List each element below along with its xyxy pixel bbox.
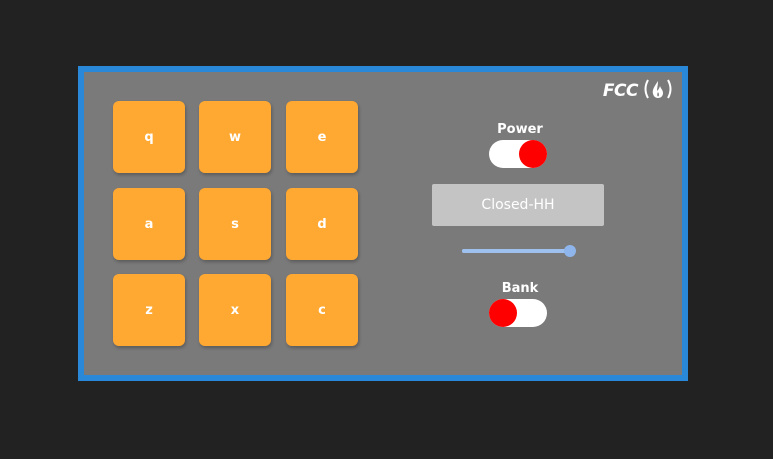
drum-pad-z[interactable]: z bbox=[113, 274, 185, 346]
drum-pad-x[interactable]: x bbox=[199, 274, 271, 346]
drum-pad-s[interactable]: s bbox=[199, 188, 271, 260]
drum-pad-a[interactable]: a bbox=[113, 188, 185, 260]
controls-panel: Power Closed-HH Bank bbox=[432, 72, 608, 375]
drum-pad-d[interactable]: d bbox=[286, 188, 358, 260]
pad-grid: q w e a s d z x c bbox=[113, 101, 359, 347]
bank-toggle[interactable] bbox=[489, 299, 547, 327]
volume-slider-fill bbox=[462, 249, 570, 253]
power-toggle-knob[interactable] bbox=[519, 140, 547, 168]
fcc-logo: FCC bbox=[603, 78, 674, 104]
volume-slider-thumb[interactable] bbox=[564, 245, 576, 257]
drum-machine: FCC q w e a s d z x c Power Closed-HH Ba… bbox=[78, 66, 688, 381]
drum-pad-w[interactable]: w bbox=[199, 101, 271, 173]
logo-text: FCC bbox=[602, 81, 639, 101]
volume-slider[interactable] bbox=[462, 245, 576, 257]
fire-icon bbox=[642, 78, 674, 104]
power-toggle[interactable] bbox=[489, 140, 547, 168]
display-panel: Closed-HH bbox=[432, 184, 604, 226]
bank-label: Bank bbox=[501, 281, 539, 296]
drum-pad-q[interactable]: q bbox=[113, 101, 185, 173]
bank-toggle-knob[interactable] bbox=[489, 299, 517, 327]
power-label: Power bbox=[497, 122, 543, 137]
drum-pad-c[interactable]: c bbox=[286, 274, 358, 346]
drum-pad-e[interactable]: e bbox=[286, 101, 358, 173]
